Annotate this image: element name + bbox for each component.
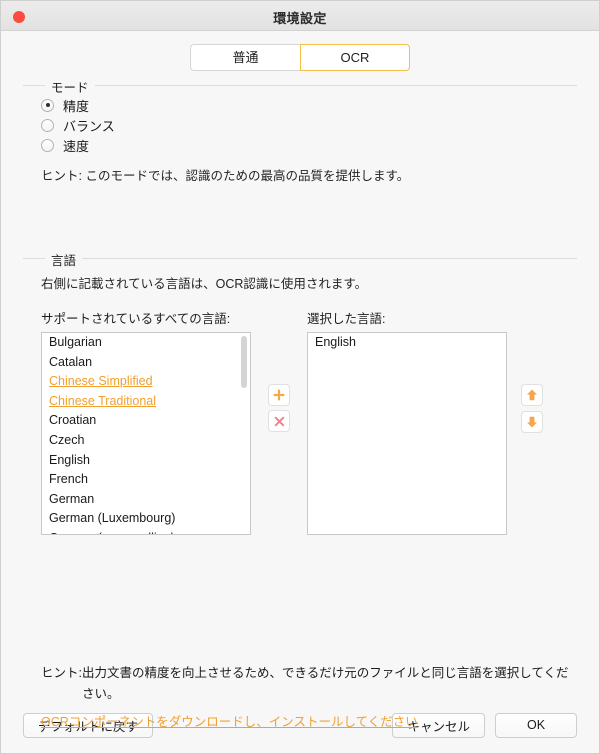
transfer-buttons xyxy=(251,384,307,432)
language-description: 右側に記載されている言語は、OCR認識に使用されます。 xyxy=(41,277,368,291)
list-item[interactable]: German (Luxembourg) xyxy=(42,509,250,529)
radio-button-indicator xyxy=(41,98,54,112)
preferences-window: 環境設定 普通 OCR モード 精度 バランス 速度 ヒント: このモードでは、… xyxy=(0,0,600,754)
available-languages-caption: サポートされているすべての言語: xyxy=(41,312,231,326)
selected-languages-caption: 選択した言語: xyxy=(307,312,386,326)
available-languages-list[interactable]: Bulgarian Catalan Chinese Simplified Chi… xyxy=(41,332,251,535)
list-item[interactable]: Croatian xyxy=(42,411,250,431)
remove-language-button[interactable] xyxy=(268,410,290,432)
radio-mode-speed[interactable]: 速度 xyxy=(41,135,577,155)
mode-hint-text: ヒント: このモードでは、認識のための最高の品質を提供します。 xyxy=(41,169,410,183)
list-item[interactable]: German xyxy=(42,490,250,510)
selected-languages-list[interactable]: English xyxy=(307,332,507,535)
language-group-rule: 言語 xyxy=(23,250,577,269)
hint-text: 出力文書の精度を向上させるため、できるだけ元のファイルと同じ言語を選択してくださ… xyxy=(81,666,569,701)
mode-group-rule: モード xyxy=(23,77,577,96)
move-up-button[interactable] xyxy=(521,384,543,406)
arrow-up-icon xyxy=(527,389,537,401)
list-item[interactable]: German (new spelling) xyxy=(42,529,250,534)
language-group-label: 言語 xyxy=(45,250,83,269)
available-languages-column: サポートされているすべての言語: Bulgarian Catalan Chine… xyxy=(41,308,251,535)
title-bar: 環境設定 xyxy=(1,1,599,31)
add-language-button[interactable] xyxy=(268,384,290,406)
close-x-icon xyxy=(273,415,285,427)
radio-label: 速度 xyxy=(63,138,90,154)
list-item[interactable]: Bulgarian xyxy=(42,333,250,353)
mode-radio-list: 精度 バランス 速度 xyxy=(23,86,577,155)
window-title: 環境設定 xyxy=(273,11,327,26)
list-item[interactable]: English xyxy=(308,333,506,353)
list-item[interactable]: French xyxy=(42,470,250,490)
list-scrollbar[interactable] xyxy=(241,336,247,531)
list-item[interactable]: Czech xyxy=(42,431,250,451)
download-ocr-component-link[interactable]: OCRコンポーネントをダウンロードし、インストールしてください xyxy=(41,711,418,730)
list-item[interactable]: Catalan xyxy=(42,353,250,373)
mode-group-label: モード xyxy=(45,77,95,96)
arrow-down-icon xyxy=(527,416,537,428)
list-item[interactable]: Chinese Traditional xyxy=(42,392,250,412)
radio-mode-accuracy[interactable]: 精度 xyxy=(41,95,577,115)
segmented-tabs: 普通 OCR xyxy=(190,44,410,71)
radio-label: バランス xyxy=(63,118,115,134)
output-hint: ヒント: 出力文書の精度を向上させるため、できるだけ元のファイルと同じ言語を選択… xyxy=(23,663,577,705)
radio-label: 精度 xyxy=(63,98,90,114)
radio-mode-balance[interactable]: バランス xyxy=(41,115,577,135)
radio-button-indicator xyxy=(41,118,54,132)
scrollbar-thumb[interactable] xyxy=(241,336,247,388)
hint-label: ヒント: xyxy=(41,666,82,680)
mode-group: モード 精度 バランス 速度 ヒント: このモードでは、認識のための最高の品質を… xyxy=(23,77,577,186)
plus-icon xyxy=(273,389,285,401)
tab-ocr[interactable]: OCR xyxy=(300,44,410,71)
list-item[interactable]: English xyxy=(42,451,250,471)
list-item[interactable]: Chinese Simplified xyxy=(42,372,250,392)
tab-general[interactable]: 普通 xyxy=(190,44,300,71)
tab-bar: 普通 OCR xyxy=(1,31,599,71)
reorder-buttons xyxy=(521,384,543,433)
language-lists-row: サポートされているすべての言語: Bulgarian Catalan Chine… xyxy=(23,292,577,535)
selected-languages-column: 選択した言語: English xyxy=(307,308,507,535)
main-content: モード 精度 バランス 速度 ヒント: このモードでは、認識のための最高の品質を… xyxy=(1,71,599,729)
bottom-hints: ヒント: 出力文書の精度を向上させるため、できるだけ元のファイルと同じ言語を選択… xyxy=(23,663,577,731)
move-down-button[interactable] xyxy=(521,411,543,433)
language-group: 言語 右側に記載されている言語は、OCR認識に使用されます。 サポートされている… xyxy=(23,250,577,535)
radio-button-indicator xyxy=(41,138,54,152)
